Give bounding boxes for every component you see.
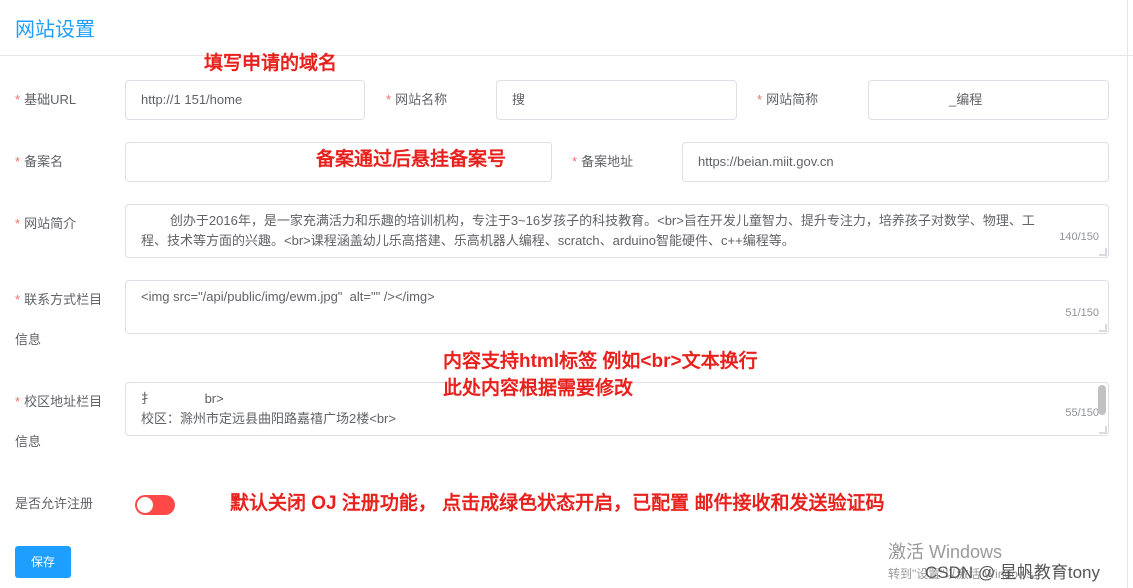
contact-counter: 51/150 <box>1065 307 1099 319</box>
site-name-input[interactable]: 搜 <box>496 80 737 120</box>
annotation-domain: 填写申请的域名 <box>204 53 338 74</box>
site-name-label: * 网站名称 <box>386 92 448 107</box>
page-header: 网站设置 <box>0 0 1133 56</box>
intro-counter: 140/150 <box>1059 231 1099 243</box>
resize-handle[interactable] <box>1099 248 1107 256</box>
intro-label: * 网站简介 <box>15 216 77 231</box>
divider <box>1127 0 1128 588</box>
save-button[interactable]: 保存 <box>15 546 71 578</box>
resize-handle[interactable] <box>1099 426 1107 434</box>
site-short-label: * 网站简称 <box>757 92 819 107</box>
campus-label: * 校区地址栏目 <box>15 394 103 409</box>
base-url-input[interactable]: http://1 151/home <box>125 80 365 120</box>
icp-url-label: * 备案地址 <box>572 154 634 169</box>
contact-label-2: 信息 <box>15 332 42 347</box>
contact-text: <img src="/api/public/img/ewm.jpg" alt="… <box>141 289 435 304</box>
icp-name-label: * 备案名 <box>15 154 64 169</box>
annotation-html-2: 此处内容根据需要修改 <box>443 378 634 399</box>
switch-knob <box>137 497 153 513</box>
register-switch[interactable] <box>135 495 175 515</box>
intro-text: 创办于2016年，是一家充满活力和乐趣的培训机构，专注于3~16岁孩子的科技教育… <box>141 213 1035 248</box>
campus-label-2: 信息 <box>15 434 42 449</box>
site-short-input[interactable]: _编程 <box>868 80 1109 120</box>
annotation-register: 默认关闭 OJ 注册功能， 点击成绿色状态开启，已配置 邮件接收和发送验证码 <box>230 493 885 514</box>
annotation-html-1: 内容支持html标签 例如<br>文本换行 <box>443 351 758 372</box>
contact-textarea[interactable]: <img src="/api/public/img/ewm.jpg" alt="… <box>125 280 1109 334</box>
annotation-icp: 备案通过后悬挂备案号 <box>316 149 507 170</box>
base-url-label: * 基础URL <box>15 92 77 107</box>
register-label: 是否允许注册 <box>15 496 94 511</box>
csdn-watermark: CSDN @ 星帆教育tony <box>925 563 1101 582</box>
resize-handle[interactable] <box>1099 324 1107 332</box>
page-title: 网站设置 <box>15 19 95 41</box>
scrollbar[interactable] <box>1098 385 1106 415</box>
campus-counter: 55/150 <box>1065 407 1099 419</box>
intro-textarea[interactable]: 创办于2016年，是一家充满活力和乐趣的培训机构，专注于3~16岁孩子的科技教育… <box>125 204 1109 258</box>
contact-label: * 联系方式栏目 <box>15 292 103 307</box>
icp-url-input[interactable]: https://beian.miit.gov.cn <box>682 142 1109 182</box>
